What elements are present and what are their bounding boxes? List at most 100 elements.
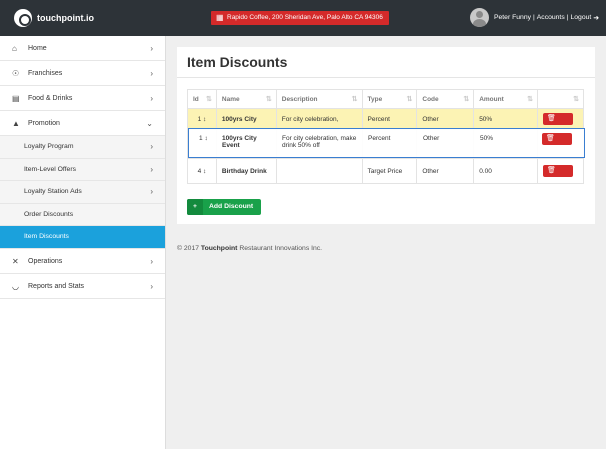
plus-icon: + [187,199,203,215]
column-header-name[interactable]: Name ⇅ [215,89,277,109]
sidebar-item-promotion[interactable]: ▲ Promotion ⌄ [0,111,165,136]
sort-icon: ⇅ [406,96,413,103]
cell-name: 100yrs City Event [222,135,257,149]
cell-name: Birthday Drink [215,158,277,184]
footer-company: Restaurant Innovations Inc. [239,245,323,252]
sidebar-item-label: Operations [28,257,63,265]
footer: © 2017 Touchpoint Restaurant Innovations… [177,245,322,252]
tools-icon: ✕ [12,256,19,266]
sidebar: ⌂ Home › ☉ Franchises › ▤ Food & Drinks … [0,36,166,449]
cell-type: Percent [361,108,418,130]
sidebar-item-label: Promotion [28,120,60,127]
cell-type: Target Price [361,158,418,184]
cell-code: Other [423,135,440,142]
chevron-right-icon: › [150,142,153,151]
chevron-right-icon: › [150,94,153,103]
location-label: Rapido Coffee, 200 Sheridan Ave, Palo Al… [227,14,383,21]
location-selector[interactable]: ▦ Rapido Coffee, 200 Sheridan Ave, Palo … [211,11,389,25]
delete-button[interactable]: 🗑 [543,165,573,177]
sidebar-subitem-item-discounts[interactable]: Item Discounts [0,226,165,249]
sort-icon: ⇅ [463,96,470,103]
cell-amount: 50% [473,108,538,130]
megaphone-icon: ▲ [12,119,20,128]
sidebar-subitem-loyalty-program[interactable]: Loyalty Program › [0,136,165,159]
chevron-down-icon: ⌄ [146,119,153,128]
trash-icon: 🗑 [547,115,556,122]
chevron-right-icon: › [150,164,153,174]
divider [177,77,595,78]
cell-id: 1 ↕ [187,108,217,130]
add-discount-label: Add Discount [209,203,254,210]
cell-description: For city celebration, [275,108,363,130]
cell-actions: 🗑 [537,108,584,130]
delete-button[interactable]: 🗑 [542,133,572,145]
column-header-amount[interactable]: Amount ⇅ [473,89,538,109]
cell-amount: 0.00 [473,158,538,184]
sidebar-item-food-drinks[interactable]: ▤ Food & Drinks › [0,86,165,111]
sidebar-item-label: Food & Drinks [28,95,73,102]
table-row[interactable]: 1 ↕ 100yrs City For city celebration, Pe… [187,108,584,130]
accounts-link[interactable]: Accounts [537,14,565,21]
column-header-actions: ⇅ [537,89,584,109]
sidebar-subitem-item-level-offers[interactable]: Item-Level Offers › [0,158,165,181]
sidebar-item-reports-stats[interactable]: ◡ Reports and Stats › [0,274,165,299]
book-icon: ▤ [12,94,20,103]
sidebar-item-operations[interactable]: ✕ Operations › [0,249,165,274]
sort-icon: ⇅ [573,96,579,103]
sidebar-subitem-label: Loyalty Station Ads [24,188,82,195]
sort-icon: ⇅ [527,96,533,103]
sidebar-subitem-order-discounts[interactable]: Order Discounts [0,203,165,226]
cell-description [275,158,363,184]
sidebar-item-home[interactable]: ⌂ Home › [0,36,165,61]
footer-copyright: © 2017 [177,245,200,252]
trash-icon: 🗑 [546,135,555,142]
add-discount-button[interactable]: + Add Discount [187,199,261,215]
table-row[interactable]: 4 ↕ Birthday Drink Target Price Other 0.… [187,158,584,184]
column-header-code[interactable]: Code ⇅ [416,89,475,109]
sidebar-subitem-label: Item Discounts [24,233,69,240]
sort-icon: ⇅ [265,96,272,103]
cell-description: For city celebration, make drink 50% off [282,135,357,149]
logout-icon[interactable]: ➜ [593,14,599,22]
chevron-right-icon: › [150,187,153,196]
dragged-row[interactable]: 1 ↕ 100yrs City Event For city celebrati… [188,128,585,158]
trash-icon: 🗑 [547,167,556,174]
cell-type: Percent [368,135,391,142]
column-header-id[interactable]: Id ⇅ [187,89,217,109]
gauge-icon: ◡ [12,281,19,291]
table-header-row: Id ⇅ Name ⇅ Description ⇅ Type ⇅ Code ⇅ Amoun… [187,89,584,109]
chevron-right-icon: › [150,281,153,291]
cell-id: 1 ↕ [199,135,208,142]
user-area: Peter Funny | Accounts | Logout ➜ [469,8,600,27]
sidebar-item-label: Franchises [28,70,63,77]
cell-id: 4 ↕ [187,158,217,184]
globe-icon: ☉ [12,69,20,78]
chevron-right-icon: › [150,256,153,266]
footer-brand: Touchpoint [200,245,238,252]
chevron-right-icon: › [150,69,153,78]
column-header-type[interactable]: Type ⇅ [361,89,418,109]
top-bar: touchpoint.io ▦ Rapido Coffee, 200 Sheri… [0,0,606,36]
drag-handle-icon[interactable]: ↕ [203,116,206,123]
sort-icon: ⇅ [206,96,212,103]
cell-code: Other [416,108,475,130]
sidebar-item-label: Reports and Stats [28,282,85,290]
logo[interactable]: touchpoint.io [14,9,94,27]
avatar[interactable] [469,8,489,27]
cell-amount: 50% [480,135,494,142]
sort-icon: ⇅ [351,96,358,103]
sidebar-subitem-label: Order Discounts [24,210,74,218]
home-icon: ⌂ [12,44,17,53]
delete-button[interactable]: 🗑 [543,113,573,125]
drag-handle-icon[interactable]: ↕ [203,168,206,175]
user-name[interactable]: Peter Funny [494,14,531,21]
column-header-description[interactable]: Description ⇅ [275,89,363,109]
sidebar-subitem-loyalty-station-ads[interactable]: Loyalty Station Ads › [0,181,165,204]
logout-link[interactable]: Logout [571,14,592,21]
separator: | [533,14,535,21]
cell-name: 100yrs City [215,108,277,130]
logo-mark-icon [14,9,32,27]
drag-handle-icon: ↕ [204,135,208,142]
chevron-right-icon: › [150,44,153,53]
sidebar-item-franchises[interactable]: ☉ Franchises › [0,61,165,86]
